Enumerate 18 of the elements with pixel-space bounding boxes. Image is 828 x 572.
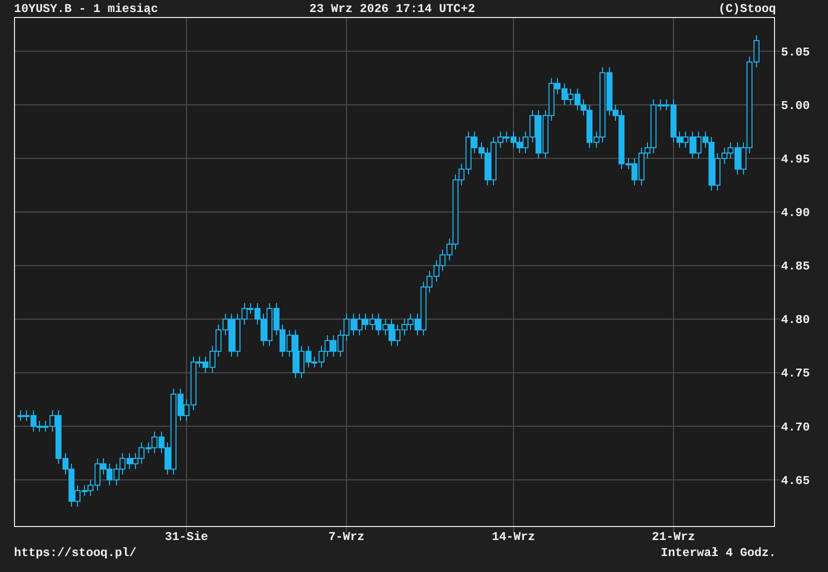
y-axis-label: 4.85 xyxy=(781,260,810,274)
chart-title: 10YUSY.B - 1 miesiąc xyxy=(14,2,158,16)
y-axis-label: 4.70 xyxy=(781,420,810,434)
x-axis-label: 21-Wrz xyxy=(652,530,696,544)
source-url: https://stooq.pl/ xyxy=(14,546,136,560)
y-axis-label: 4.95 xyxy=(781,152,810,166)
y-axis-label: 4.65 xyxy=(781,474,810,488)
x-axis-label: 31-Sie xyxy=(164,530,208,544)
y-axis-label: 5.00 xyxy=(781,98,810,113)
x-axis-label: 14-Wrz xyxy=(492,530,536,544)
timestamp: 23 Wrz 2026 17:14 UTC+2 xyxy=(309,2,476,16)
interval-label: Interwał 4 Godz. xyxy=(660,546,776,560)
y-axis-label: 4.75 xyxy=(781,366,810,381)
copyright-text: (C)Stooq xyxy=(718,2,776,16)
y-axis-label: 5.05 xyxy=(781,45,810,60)
x-axis-label: 7-Wrz xyxy=(328,530,364,544)
y-axis-label: 4.80 xyxy=(781,313,810,328)
y-axis-label: 4.90 xyxy=(781,206,810,220)
